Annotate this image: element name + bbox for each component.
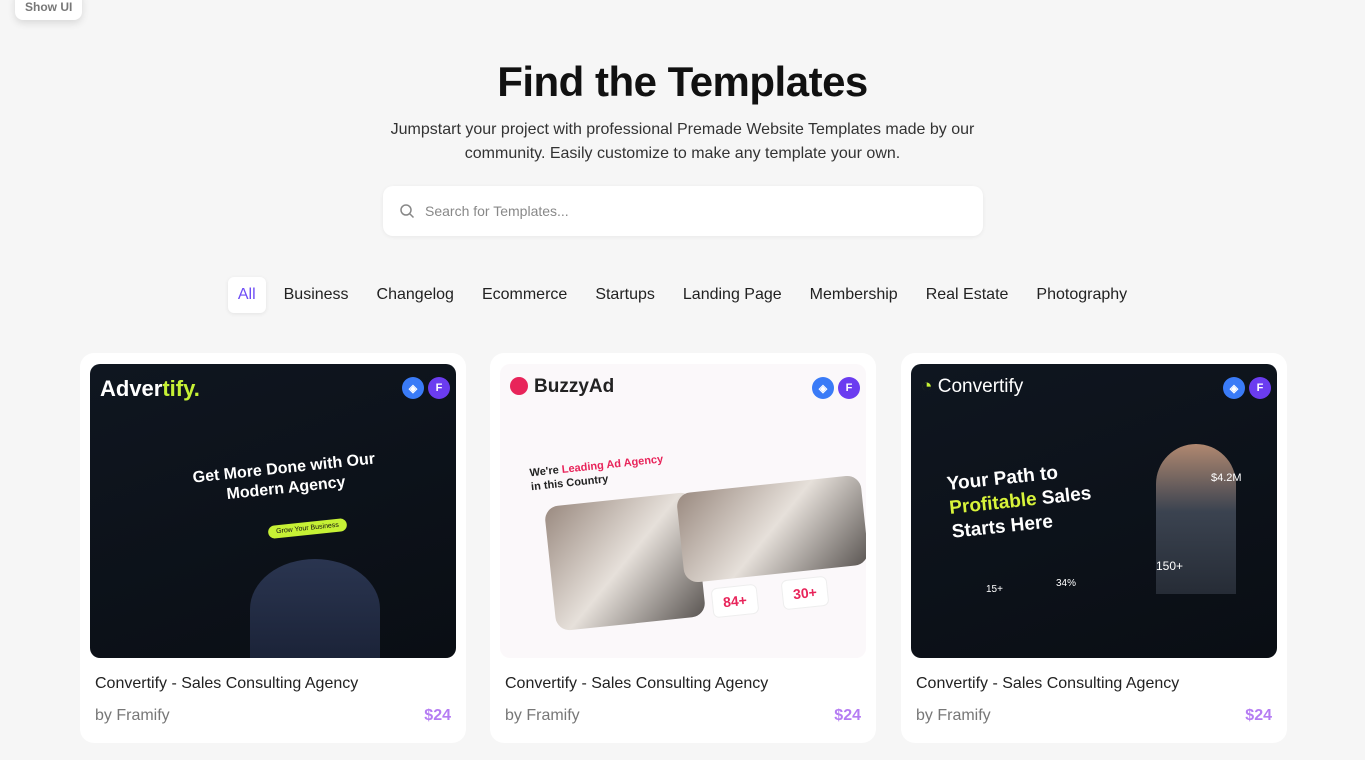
page-subtitle: Jumpstart your project with professional… [390, 121, 975, 162]
tab-all[interactable]: All [227, 277, 266, 313]
preview-stat: $4.2M [1211, 472, 1242, 484]
card-price: $24 [424, 707, 451, 724]
tab-photography[interactable]: Photography [1026, 277, 1137, 313]
figma-icon: ◈ [1223, 377, 1245, 399]
figma-icon: ◈ [812, 377, 834, 399]
preview-stat: 30+ [780, 575, 830, 611]
preview-cta: Grow Your Business [267, 517, 348, 540]
preview-brand: ◔ Convertify [921, 376, 1024, 397]
tab-membership[interactable]: Membership [800, 277, 908, 313]
template-preview[interactable]: Advertify. Get More Done with Our Modern… [90, 364, 456, 658]
framer-icon: F [428, 377, 450, 399]
tab-ecommerce[interactable]: Ecommerce [472, 277, 577, 313]
card-title[interactable]: Convertify - Sales Consulting Agency [916, 675, 1179, 693]
search-icon [400, 204, 415, 219]
preview-stat: 15+ [986, 584, 1003, 595]
tab-real-estate[interactable]: Real Estate [916, 277, 1019, 313]
tab-landing-page[interactable]: Landing Page [673, 277, 792, 313]
card-price: $24 [834, 707, 861, 724]
tab-changelog[interactable]: Changelog [367, 277, 464, 313]
show-ui-button[interactable]: Show UI [15, 0, 83, 20]
preview-photo [675, 474, 866, 584]
template-preview[interactable]: ◔ Convertify Your Path to Profitable Sale… [911, 364, 1277, 658]
framer-icon: F [838, 377, 860, 399]
template-card[interactable]: BuzzyAd We're Leading Ad Agency in this … [490, 353, 876, 743]
preview-headline: We're Leading Ad Agency in this Country [529, 453, 664, 494]
preview-headline: Get More Done with Our Modern Agency [191, 450, 376, 504]
preview-headline: Your Path to Profitable Sales Starts Here [945, 462, 1093, 543]
template-card[interactable]: Advertify. Get More Done with Our Modern… [80, 353, 466, 743]
preview-stat: 34% [1056, 578, 1077, 589]
category-tabs: All Business Changelog Ecommerce Startup… [0, 277, 1365, 313]
framer-icon: F [1249, 377, 1271, 399]
card-title[interactable]: Convertify - Sales Consulting Agency [505, 675, 768, 693]
card-author: by Framify [505, 707, 580, 724]
card-title[interactable]: Convertify - Sales Consulting Agency [95, 675, 358, 693]
tab-startups[interactable]: Startups [585, 277, 665, 313]
preview-stat: 150+ [1156, 559, 1184, 573]
preview-brand: Advertify. [100, 376, 200, 401]
preview-stat: 84+ [710, 583, 760, 619]
card-author: by Framify [95, 707, 170, 724]
card-author: by Framify [916, 707, 991, 724]
template-card[interactable]: ◔ Convertify Your Path to Profitable Sale… [901, 353, 1287, 743]
search-bar[interactable] [383, 186, 983, 236]
preview-brand: BuzzyAd [510, 376, 614, 398]
search-input[interactable] [425, 203, 945, 219]
page-title: Find the Templates [497, 58, 868, 105]
tab-business[interactable]: Business [274, 277, 359, 313]
figma-icon: ◈ [402, 377, 424, 399]
template-preview[interactable]: BuzzyAd We're Leading Ad Agency in this … [500, 364, 866, 658]
card-price: $24 [1245, 707, 1272, 724]
preview-people-image [250, 559, 380, 658]
